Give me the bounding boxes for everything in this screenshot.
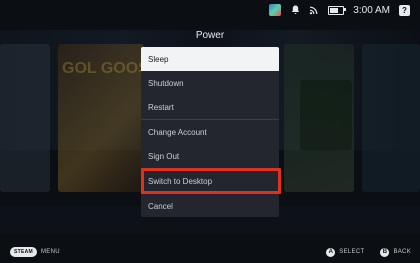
menu-item-change-account[interactable]: Change Account (141, 120, 279, 144)
notification-bell-icon[interactable] (290, 5, 300, 15)
menu-item-sign-out[interactable]: Sign Out (141, 144, 279, 168)
battery-level (330, 7, 339, 13)
menu-item-sleep[interactable]: Sleep (141, 47, 279, 71)
menu-item-shutdown[interactable]: Shutdown (141, 71, 279, 95)
menu-hint-label: MENU (41, 249, 60, 255)
clock: 3:00 AM (353, 4, 390, 16)
page-title: Power (195, 30, 225, 41)
game-tile (362, 44, 420, 192)
menu-item-cancel[interactable]: Cancel (141, 194, 279, 217)
help-icon[interactable]: ? (399, 4, 410, 16)
footer-hints: STEAM MENU A SELECT B BACK (0, 241, 420, 263)
highlight-box (141, 168, 281, 194)
battery-icon (328, 5, 347, 15)
a-button-icon[interactable]: A (326, 247, 336, 257)
profile-avatar[interactable] (269, 4, 282, 16)
steam-button-icon[interactable]: STEAM (10, 247, 37, 257)
game-tile (300, 80, 352, 150)
menu-item-restart[interactable]: Restart (141, 95, 279, 119)
back-hint-label: BACK (393, 249, 411, 255)
status-bar: 3:00 AM ? (269, 0, 420, 20)
wifi-icon (309, 5, 319, 15)
b-button-icon[interactable]: B (380, 247, 390, 257)
game-tile (0, 44, 50, 192)
select-hint-label: SELECT (339, 249, 365, 255)
